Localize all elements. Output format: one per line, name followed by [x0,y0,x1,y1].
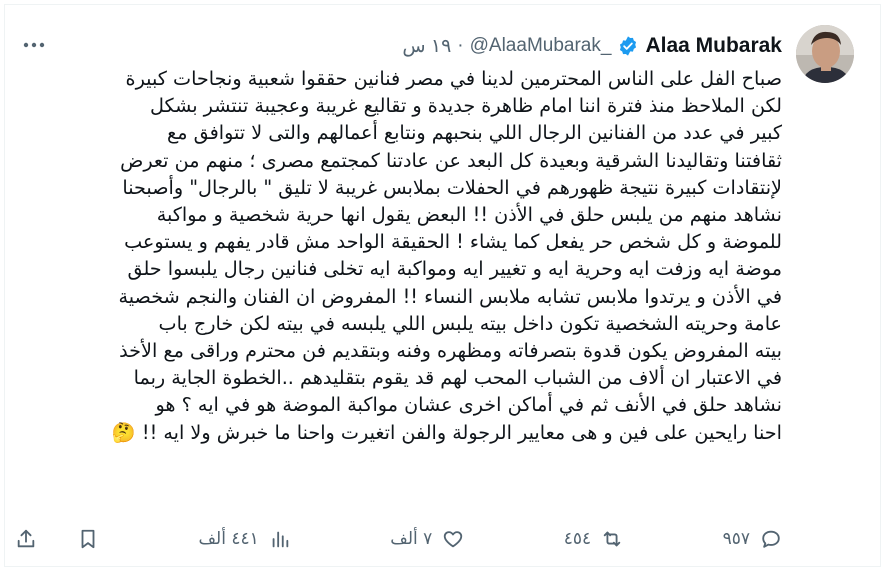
tweet-line: للموضة و كل شخص حر يفعل كما يشاء ! الحقي… [124,230,782,254]
retweet-button[interactable]: ٤٥٤ [564,528,623,550]
tweet-line: صباح الفل على الناس المحترمين لدينا في م… [125,67,782,90]
more-icon[interactable] [19,33,49,57]
tweet-line: لإنتقادات كبيرة نتيجة ظهورهم في الحفلات … [122,175,782,199]
tweet-line: لكن الملاحظ منذ فترة اننا امام ظاهرة جدي… [149,94,782,118]
like-count: ٧ ألف [390,529,433,549]
avatar[interactable] [796,25,854,83]
utility-actions [15,528,99,550]
views-button[interactable]: ٤٤١ ألف [198,528,290,550]
views-icon [269,528,291,550]
retweet-count: ٤٥٤ [563,529,592,549]
tweet-time[interactable]: ١٩ س [402,35,451,58]
tweet-card[interactable]: Alaa Mubarak @AlaaMubarak_ · ١٩ س صباح ا… [4,4,881,567]
views-count: ٤٤١ ألف [198,529,259,549]
retweet-icon [601,528,623,550]
avatar-image [796,25,854,83]
bookmark-icon [77,528,99,550]
author-name[interactable]: Alaa Mubarak [645,34,782,58]
tweet-actions: ٤٤١ ألف ٧ ألف ٤٥٤ ٩٥٧ [15,519,782,559]
share-button[interactable] [15,528,37,550]
tweet-line: نشاهد منهم من يلبس حلق في الأذن !! البعض… [156,203,782,227]
tweet-line: ثقافتنا وتقاليدنا الشرقية وبعيدة كل البع… [120,148,782,172]
tweet-line: نشاهد حلق في الأنف ثم في أماكن اخرى عشان… [155,393,782,417]
share-icon [15,528,37,550]
tweet-line: كبير في عدد من الفنانين الرجال اللي بنحب… [167,121,782,145]
reply-button[interactable]: ٩٥٧ [723,528,782,550]
verified-badge-icon [617,35,639,57]
like-icon [442,528,464,550]
tweet-line: احنا رايحين على فين و هى معايير الرجولة … [111,420,782,444]
tweet-line: في الاعتبار ان ألاف من الشباب المحب لهم … [133,366,782,390]
reply-icon [760,528,782,550]
author-handle[interactable]: @AlaaMubarak_ [470,35,612,57]
tweet-text: صباح الفل على الناس المحترمين لدينا في م… [25,65,782,446]
tweet-header: Alaa Mubarak @AlaaMubarak_ · ١٩ س [402,29,782,63]
bookmark-button[interactable] [77,528,99,550]
tweet-line: في الأذن و يرتدوا ملابس تشابه ملابس النس… [118,284,782,308]
tweet-line: عامة وحريته الشخصية تكون داخل بيته يلبس … [158,311,782,335]
reply-count: ٩٥٧ [722,529,750,549]
like-button[interactable]: ٧ ألف [390,528,464,550]
tweet-line: بيته المفروض يكون قدوة بتصرفاته ومظهره و… [119,339,782,363]
tweet-line: موضة ايه وزفت ايه وحرية ايه و تغيير ايه … [127,257,782,281]
separator-dot: · [457,35,464,56]
